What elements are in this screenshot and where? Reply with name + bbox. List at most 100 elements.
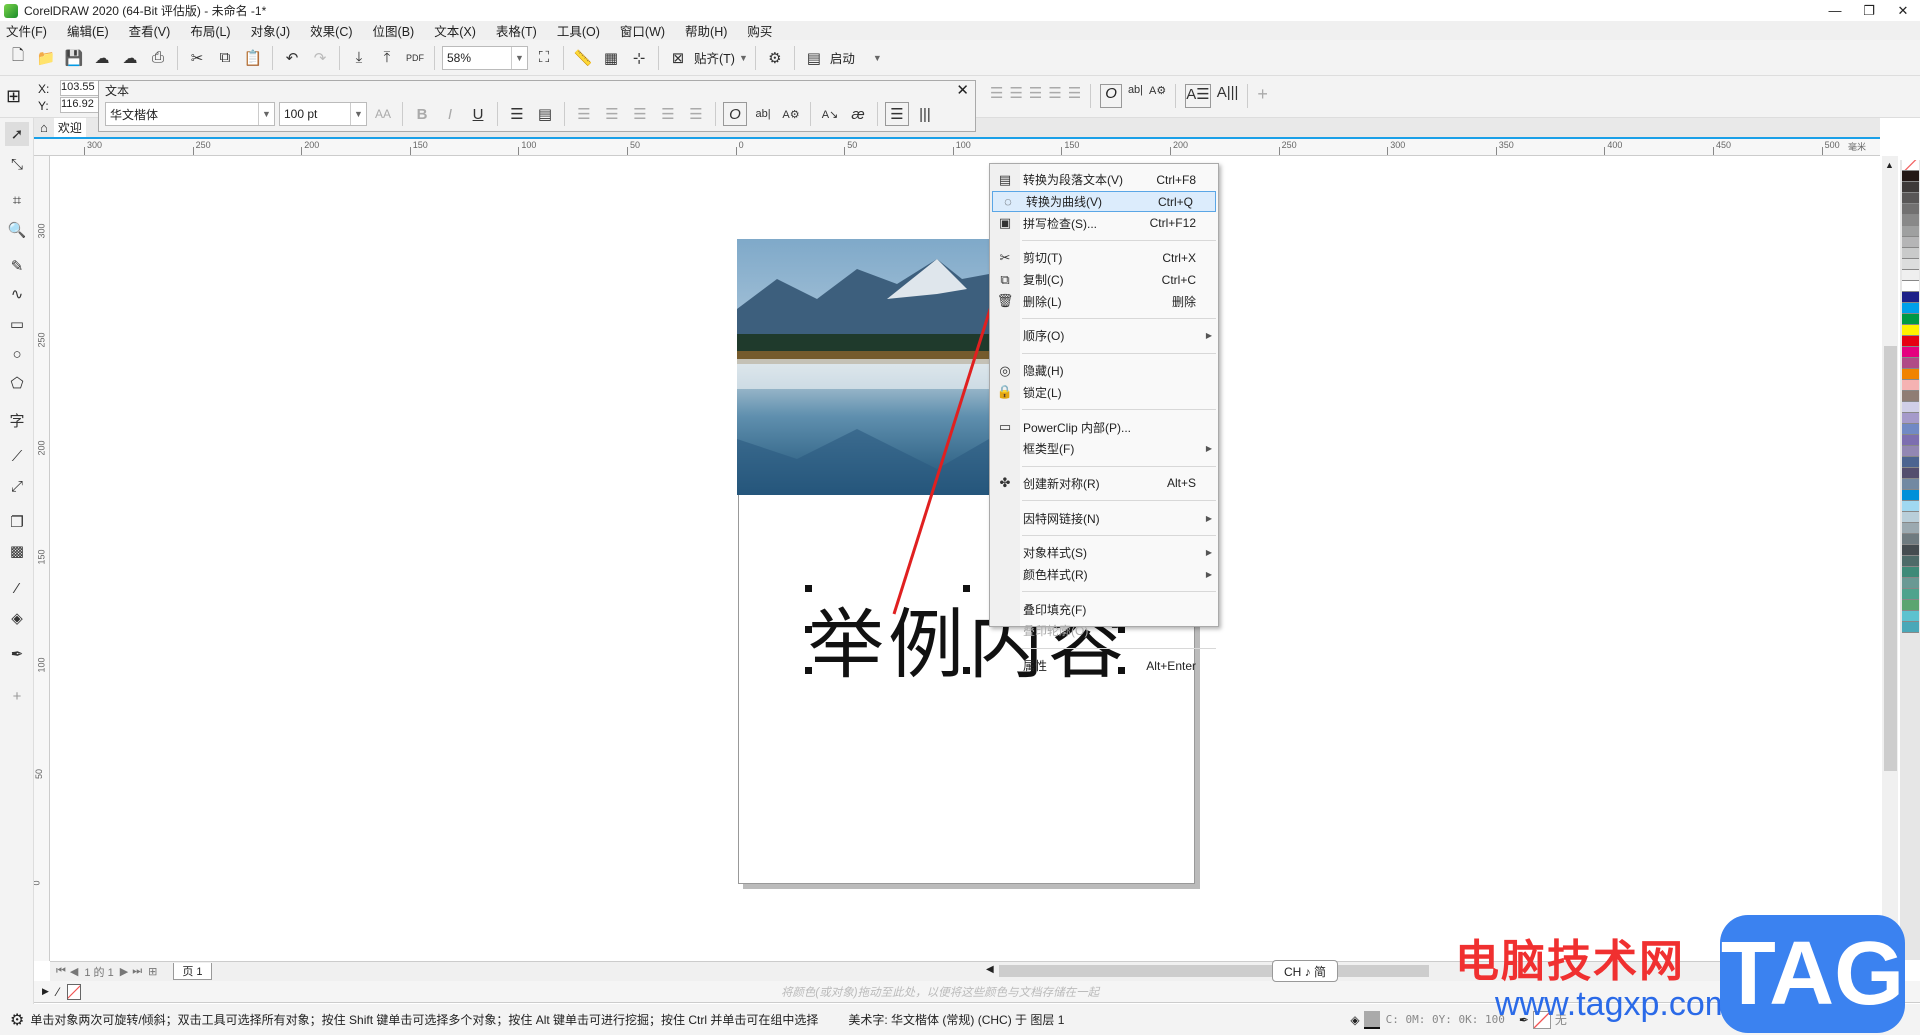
cloud-download-icon[interactable]: ☁	[90, 46, 114, 70]
color-swatch[interactable]	[1902, 457, 1919, 468]
ellipse-tool-icon[interactable]: ○	[5, 342, 29, 366]
color-swatch[interactable]	[1902, 248, 1919, 259]
color-swatch[interactable]	[1902, 336, 1919, 347]
next-page-icon[interactable]: ▶	[120, 965, 128, 978]
context-menu-item[interactable]: 🗑 删除(L) 删除	[990, 290, 1218, 312]
color-swatch[interactable]	[1902, 270, 1919, 281]
minimize-button[interactable]: —	[1818, 0, 1852, 21]
tab-welcome[interactable]: 欢迎	[53, 118, 86, 137]
color-swatch[interactable]	[1902, 512, 1919, 523]
vertical-ruler[interactable]: 300 250 200 150 100 50 0	[34, 156, 50, 961]
color-swatch[interactable]	[1902, 259, 1919, 270]
menu-1[interactable]: 编辑(E)	[67, 21, 109, 40]
menu-10[interactable]: 窗口(W)	[620, 21, 665, 40]
cloud-upload-icon[interactable]: ☁	[118, 46, 142, 70]
smart-fill-icon[interactable]: ✒	[5, 642, 29, 666]
prev-page-icon[interactable]: ◀	[70, 965, 78, 978]
snap-off-icon[interactable]: ⊠	[666, 46, 690, 70]
font-scale-icon[interactable]: AA	[371, 102, 395, 126]
paste-icon[interactable]: 📋	[241, 46, 265, 70]
italic-icon[interactable]: I	[438, 102, 462, 126]
color-swatch[interactable]	[1902, 556, 1919, 567]
menu-11[interactable]: 帮助(H)	[685, 21, 727, 40]
context-menu-item[interactable]: 颜色样式(R) ▶	[990, 564, 1218, 586]
color-swatch[interactable]	[1902, 523, 1919, 534]
opentype-icon[interactable]: O	[723, 102, 747, 126]
text-tool-icon[interactable]: 字	[5, 408, 29, 432]
menu-7[interactable]: 文本(X)	[434, 21, 476, 40]
drawing-canvas[interactable]: 举例内容	[50, 156, 1880, 961]
launch-button[interactable]: 启动	[830, 48, 855, 67]
color-swatch[interactable]	[1902, 479, 1919, 490]
color-swatch[interactable]	[1902, 215, 1919, 226]
glyph-icon[interactable]: æ	[846, 102, 870, 126]
drop-cap-icon[interactable]: ☰	[628, 102, 652, 126]
increase-indent-icon[interactable]: ☰	[1048, 84, 1061, 108]
context-menu-item[interactable]: 🔒 锁定(L)	[990, 382, 1218, 404]
shape-tool-icon[interactable]: ⤡	[5, 152, 29, 176]
close-icon[interactable]: ✕	[956, 81, 969, 99]
add-page-icon[interactable]: ⊞	[148, 965, 157, 978]
color-swatch[interactable]	[1902, 347, 1919, 358]
first-page-icon[interactable]: ⏮	[56, 965, 66, 978]
save-icon[interactable]: 💾	[62, 46, 86, 70]
no-color-swatch[interactable]	[1902, 160, 1919, 171]
color-swatch[interactable]	[1902, 589, 1919, 600]
color-swatch[interactable]	[1902, 171, 1919, 182]
char-spacing-icon[interactable]: ab|	[751, 102, 775, 126]
transparency-icon[interactable]: ▩	[5, 539, 29, 563]
snap-to-button[interactable]: 贴齐(T)	[694, 48, 735, 67]
ime-indicator[interactable]: CH ♪ 简	[1272, 960, 1338, 982]
x-position-input[interactable]: 103.55	[60, 80, 100, 96]
expand-icon[interactable]: ▶	[42, 986, 49, 997]
menu-3[interactable]: 布局(L)	[190, 21, 230, 40]
color-swatch[interactable]	[1902, 600, 1919, 611]
polygon-tool-icon[interactable]: ⬠	[5, 371, 29, 395]
rulers-icon[interactable]: 📏	[571, 46, 595, 70]
text-props-icon[interactable]: A⚙	[779, 102, 803, 126]
drop-shadow-icon[interactable]: ❐	[5, 510, 29, 534]
font-size-select[interactable]: 100 pt ▼	[279, 102, 367, 126]
text-props-icon[interactable]: A⚙	[1149, 84, 1166, 108]
fill-icon[interactable]: ◈	[1350, 1013, 1359, 1027]
color-swatch[interactable]	[1902, 611, 1919, 622]
horizontal-text-icon[interactable]: ☰	[885, 102, 909, 126]
color-palette[interactable]	[1900, 160, 1920, 960]
text-path-icon[interactable]: A↘	[818, 102, 842, 126]
decrease-indent-icon[interactable]: ☰	[684, 102, 708, 126]
color-swatch[interactable]	[1902, 622, 1919, 633]
context-menu-item[interactable]: 顺序(O) ▶	[990, 325, 1218, 347]
menu-4[interactable]: 对象(J)	[251, 21, 291, 40]
bullet-list-icon[interactable]: ☰	[990, 84, 1003, 108]
color-swatch[interactable]	[1902, 237, 1919, 248]
para-format-icon[interactable]: ▤	[533, 102, 557, 126]
export-icon[interactable]: ⤒	[375, 46, 399, 70]
menu-5[interactable]: 效果(C)	[310, 21, 352, 40]
color-swatch[interactable]	[1902, 402, 1919, 413]
bullet-list-icon[interactable]: ☰	[572, 102, 596, 126]
context-menu-item[interactable]: 叠印填充(F)	[990, 598, 1218, 620]
settings-gear-icon[interactable]: ⚙	[10, 1010, 24, 1030]
restore-button[interactable]: ❐	[1852, 0, 1886, 21]
color-swatch[interactable]	[1902, 501, 1919, 512]
color-swatch[interactable]	[1902, 292, 1919, 303]
bold-icon[interactable]: B	[410, 102, 434, 126]
grid-icon[interactable]: ▦	[599, 46, 623, 70]
color-swatch[interactable]	[1902, 424, 1919, 435]
context-menu-item[interactable]: ◌ 转换为曲线(V) Ctrl+Q	[992, 190, 1216, 213]
color-swatch[interactable]	[1902, 204, 1919, 215]
vertical-text-icon[interactable]: |||	[913, 102, 937, 126]
fill-color-swatch[interactable]	[1363, 1010, 1380, 1029]
color-swatch[interactable]	[1902, 534, 1919, 545]
y-position-input[interactable]: 116.92	[60, 97, 100, 113]
zoom-select[interactable]: 58% ▼	[442, 45, 528, 70]
decrease-indent-icon[interactable]: ☰	[1068, 84, 1081, 108]
launch-icon[interactable]: ▤	[802, 46, 826, 70]
undo-icon[interactable]: ↶	[280, 46, 304, 70]
color-swatch[interactable]	[1902, 226, 1919, 237]
increase-indent-icon[interactable]: ☰	[656, 102, 680, 126]
pdf-icon[interactable]: PDF	[403, 46, 427, 70]
drop-cap-icon[interactable]: ☰	[1029, 84, 1042, 108]
open-icon[interactable]: 📁	[34, 46, 58, 70]
color-swatch[interactable]	[1902, 325, 1919, 336]
